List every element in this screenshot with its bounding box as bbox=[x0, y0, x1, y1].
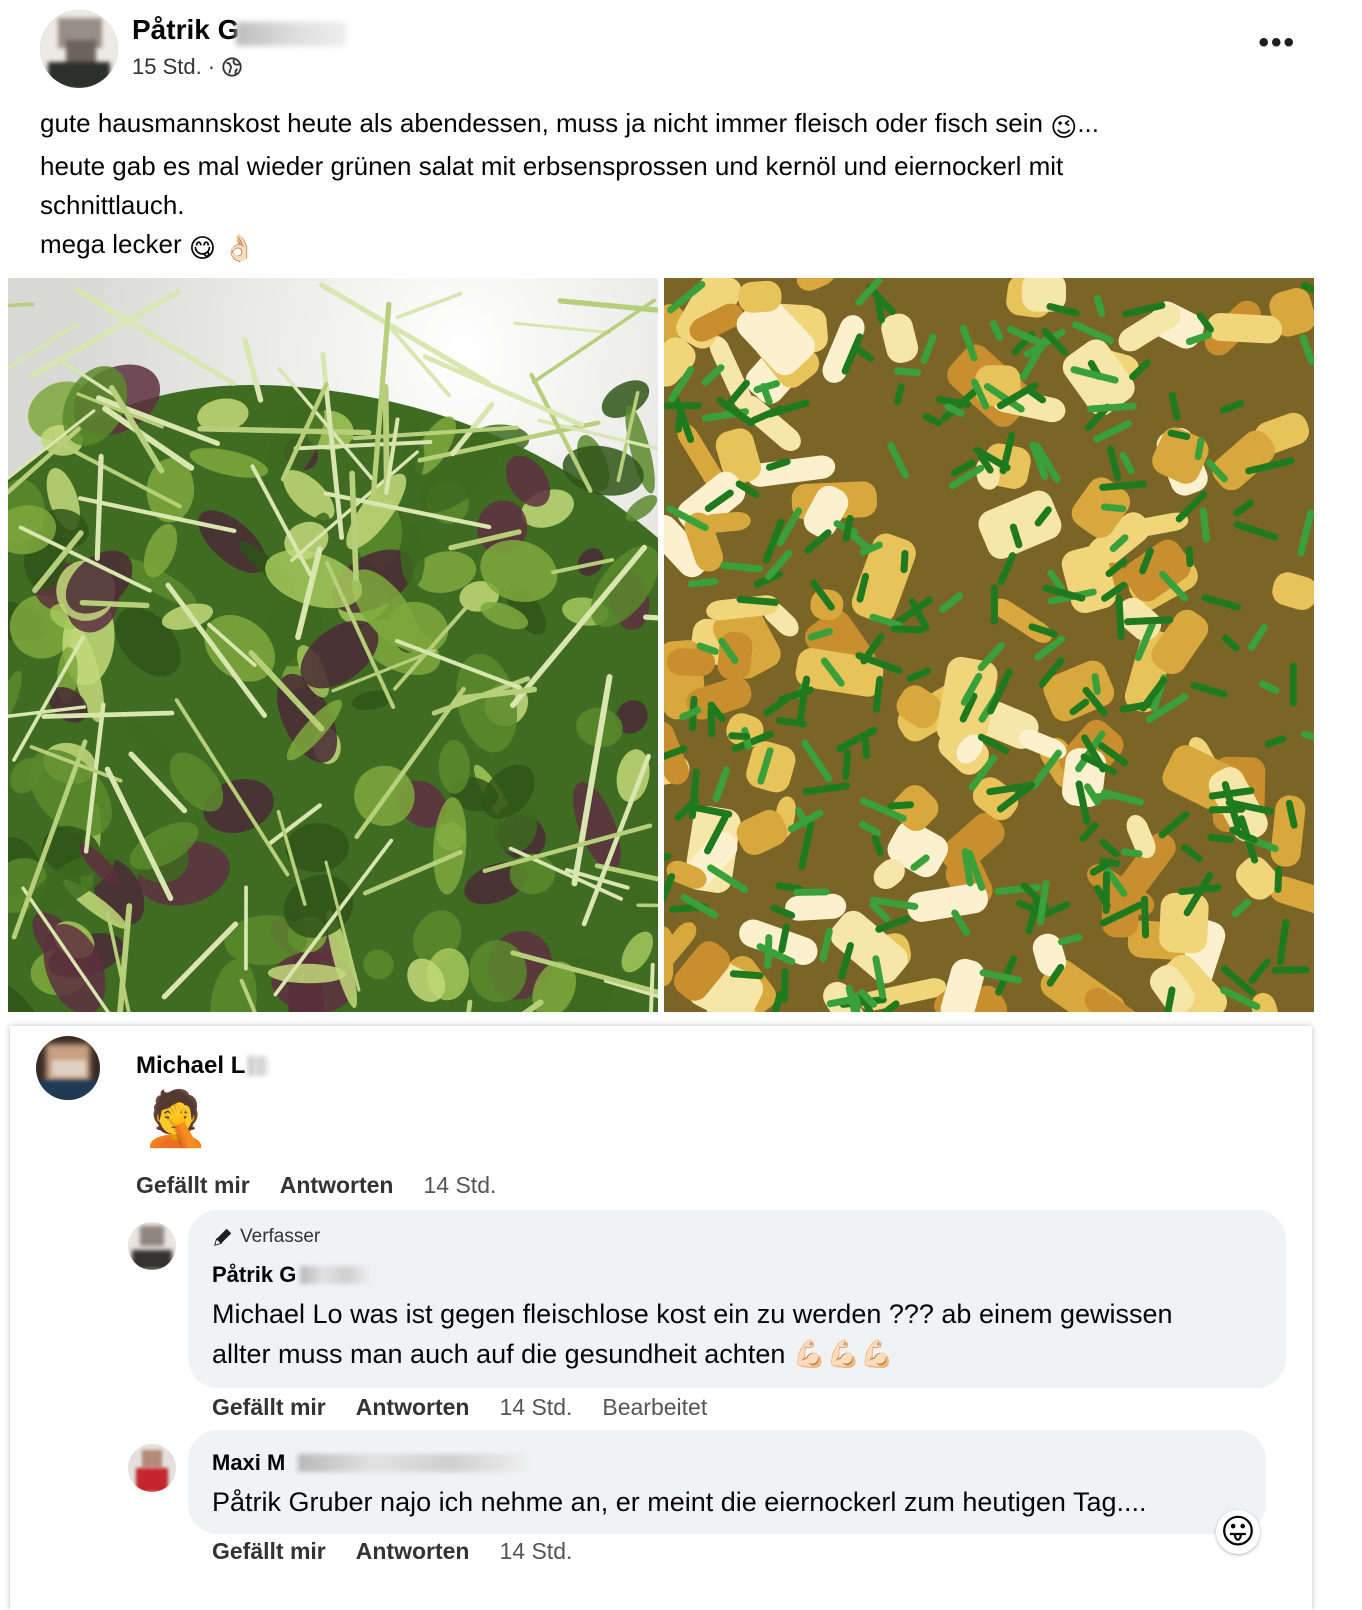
commenter-name[interactable]: Michael L bbox=[136, 1052, 245, 1080]
comment-actions: Gefällt mir Antworten 14 Std. bbox=[136, 1172, 496, 1199]
author-avatar[interactable] bbox=[40, 10, 118, 88]
reply-avatar[interactable] bbox=[128, 1444, 176, 1492]
author-badge: Verfasser bbox=[212, 1226, 320, 1248]
reply-actions: Gefällt mir Antworten 14 Std. Bearbeitet bbox=[212, 1394, 707, 1421]
post-text-line-1: gute hausmannskost heute als abendessen,… bbox=[40, 104, 1290, 147]
commenter-avatar[interactable] bbox=[36, 1036, 100, 1100]
name-redaction bbox=[300, 1266, 370, 1284]
post-text: gute hausmannskost heute als abendessen,… bbox=[40, 104, 1290, 268]
ok-hand-emoji: 👌🏻 bbox=[223, 233, 256, 263]
eiernockerl-image bbox=[664, 278, 1314, 1012]
like-button[interactable]: Gefällt mir bbox=[212, 1394, 326, 1421]
edited-label[interactable]: Bearbeitet bbox=[602, 1394, 707, 1421]
post-header: Påtrik G 15 Std. · ••• bbox=[40, 10, 1330, 90]
reply-button[interactable]: Antworten bbox=[356, 1394, 470, 1421]
name-redaction bbox=[298, 1454, 526, 1472]
yum-emoji: 😋 bbox=[188, 233, 216, 263]
reply-button[interactable]: Antworten bbox=[280, 1172, 394, 1199]
post-text-line-3: schnittlauch. bbox=[40, 190, 185, 220]
reply-text-line-1: Påtrik Gruber najo ich nehme an, er mein… bbox=[212, 1487, 1147, 1517]
reply-button[interactable]: Antworten bbox=[356, 1538, 470, 1565]
post-text-line-4: mega lecker 😋 👌🏻 bbox=[40, 225, 1290, 268]
reply-time[interactable]: 14 Std. bbox=[499, 1394, 572, 1421]
reaction-emoji[interactable]: 😛 bbox=[1216, 1510, 1260, 1554]
like-button[interactable]: Gefällt mir bbox=[136, 1172, 250, 1199]
author-badge-label: Verfasser bbox=[240, 1226, 321, 1247]
eiernockerl-photo[interactable] bbox=[664, 278, 1314, 1012]
post-meta: 15 Std. · bbox=[132, 54, 243, 80]
reply-time[interactable]: 14 Std. bbox=[499, 1538, 572, 1565]
globe-icon bbox=[222, 57, 242, 77]
salad-image bbox=[8, 278, 658, 1012]
salad-photo[interactable] bbox=[8, 278, 658, 1012]
flexed-biceps-emoji: 💪🏻💪🏻💪🏻 bbox=[792, 1339, 894, 1369]
name-redaction bbox=[236, 22, 346, 46]
reply-bubble: Maxi M Påtrik Gruber najo ich nehme an, … bbox=[188, 1430, 1266, 1534]
facepalm-emoji: 🤦 bbox=[142, 1089, 210, 1149]
like-button[interactable]: Gefällt mir bbox=[212, 1538, 326, 1565]
reply-text-line-1: Michael Lo was ist gegen fleischlose kos… bbox=[212, 1299, 1173, 1329]
post-timestamp[interactable]: 15 Std. bbox=[132, 54, 202, 80]
post-text-line-2: heute gab es mal wieder grünen salat mit… bbox=[40, 151, 1064, 181]
more-options-icon[interactable]: ••• bbox=[1258, 26, 1296, 60]
reply-author-name[interactable]: Maxi M bbox=[212, 1450, 285, 1476]
post-author-name[interactable]: Påtrik G bbox=[132, 14, 239, 46]
wink-emoji: 😉 bbox=[1050, 112, 1078, 142]
reply-text-line-2: allter muss man auch auf die gesundheit … bbox=[212, 1339, 894, 1369]
reply-actions: Gefällt mir Antworten 14 Std. bbox=[212, 1538, 572, 1565]
pencil-icon bbox=[214, 1228, 232, 1246]
meta-separator: · bbox=[207, 54, 216, 79]
name-redaction bbox=[248, 1056, 268, 1076]
comments-section: Michael L 🤦 Gefällt mir Antworten 14 Std… bbox=[10, 1026, 1312, 1610]
reply-avatar[interactable] bbox=[128, 1222, 176, 1270]
comment-time[interactable]: 14 Std. bbox=[423, 1172, 496, 1199]
reply-author-name[interactable]: Påtrik G bbox=[212, 1262, 296, 1288]
reply-bubble: Verfasser Påtrik G Michael Lo was ist ge… bbox=[188, 1210, 1286, 1388]
